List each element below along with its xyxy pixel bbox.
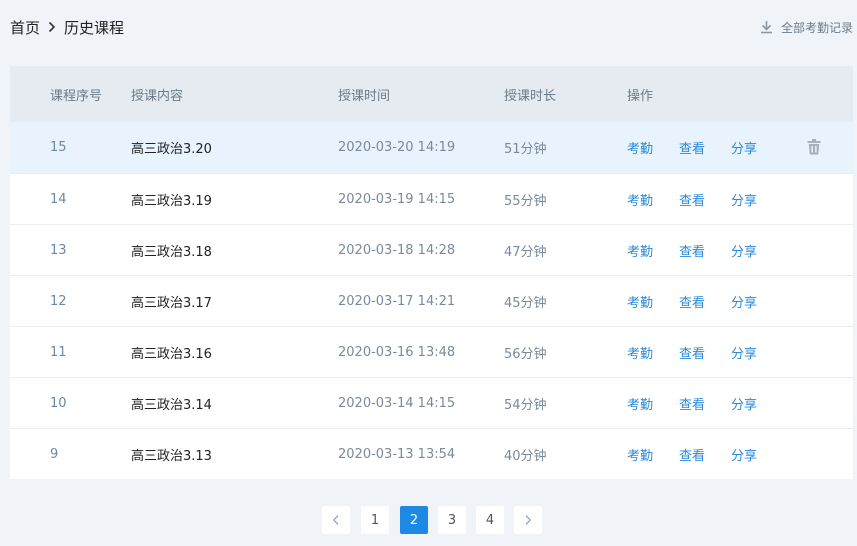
row-duration: 40分钟 xyxy=(504,448,547,464)
chevron-left-icon xyxy=(332,515,339,525)
attendance-link[interactable]: 考勤 xyxy=(627,292,653,311)
row-id: 10 xyxy=(50,395,67,411)
breadcrumb-current: 历史课程 xyxy=(64,18,125,37)
share-link[interactable]: 分享 xyxy=(731,241,757,260)
share-link[interactable]: 分享 xyxy=(731,445,757,464)
chevron-right-icon xyxy=(48,21,56,33)
row-time: 2020-03-14 14:15 xyxy=(338,395,456,411)
row-time: 2020-03-18 14:28 xyxy=(338,242,456,258)
row-duration: 47分钟 xyxy=(504,244,547,260)
row-time: 2020-03-13 13:54 xyxy=(338,446,456,462)
export-label: 全部考勤记录 xyxy=(780,20,853,35)
row-content: 高三政治3.13 xyxy=(131,448,212,464)
row-content: 高三政治3.16 xyxy=(131,346,212,362)
table-header: 课程序号 授课内容 授课时间 授课时长 操作 xyxy=(10,66,853,122)
view-link[interactable]: 查看 xyxy=(679,241,705,260)
row-content: 高三政治3.19 xyxy=(131,193,212,209)
row-duration: 54分钟 xyxy=(504,397,547,413)
table-row: 9 高三政治3.13 2020-03-13 13:54 40分钟 考勤 查看 分… xyxy=(10,428,853,479)
view-link[interactable]: 查看 xyxy=(679,292,705,311)
header-actions: 操作 xyxy=(627,88,654,104)
table-row: 14 高三政治3.19 2020-03-19 14:15 55分钟 考勤 查看 … xyxy=(10,173,853,224)
top-bar: 首页 历史课程 全部考勤记录 xyxy=(0,0,857,54)
header-duration: 授课时长 xyxy=(504,88,557,104)
row-id: 14 xyxy=(50,191,67,207)
course-history-table: 课程序号 授课内容 授课时间 授课时长 操作 15 高三政治3.20 2020-… xyxy=(10,66,853,479)
attendance-link[interactable]: 考勤 xyxy=(627,138,653,157)
row-id: 11 xyxy=(50,344,67,360)
export-attendance-button[interactable]: 全部考勤记录 xyxy=(760,19,853,36)
page-button-4[interactable]: 4 xyxy=(476,506,504,534)
row-duration: 56分钟 xyxy=(504,346,547,362)
chevron-right-icon xyxy=(525,515,532,525)
attendance-link[interactable]: 考勤 xyxy=(627,394,653,413)
table-row: 10 高三政治3.14 2020-03-14 14:15 54分钟 考勤 查看 … xyxy=(10,377,853,428)
prev-page-button[interactable] xyxy=(322,506,350,534)
share-link[interactable]: 分享 xyxy=(731,394,757,413)
row-id: 13 xyxy=(50,242,67,258)
view-link[interactable]: 查看 xyxy=(679,445,705,464)
row-content: 高三政治3.14 xyxy=(131,397,212,413)
view-link[interactable]: 查看 xyxy=(679,190,705,209)
share-link[interactable]: 分享 xyxy=(731,292,757,311)
share-link[interactable]: 分享 xyxy=(731,343,757,362)
share-link[interactable]: 分享 xyxy=(731,138,757,157)
table-row: 11 高三政治3.16 2020-03-16 13:48 56分钟 考勤 查看 … xyxy=(10,326,853,377)
row-time: 2020-03-19 14:15 xyxy=(338,191,456,207)
table-row: 13 高三政治3.18 2020-03-18 14:28 47分钟 考勤 查看 … xyxy=(10,224,853,275)
page-button-1[interactable]: 1 xyxy=(361,506,389,534)
attendance-link[interactable]: 考勤 xyxy=(627,343,653,362)
row-id: 9 xyxy=(50,446,59,462)
breadcrumb-home[interactable]: 首页 xyxy=(10,17,40,38)
attendance-link[interactable]: 考勤 xyxy=(627,190,653,209)
row-id: 12 xyxy=(50,293,67,309)
breadcrumb: 首页 历史课程 xyxy=(10,17,124,38)
row-content: 高三政治3.17 xyxy=(131,295,212,311)
row-content: 高三政治3.20 xyxy=(131,142,212,157)
share-link[interactable]: 分享 xyxy=(731,190,757,209)
header-time: 授课时间 xyxy=(338,88,391,104)
header-content: 授课内容 xyxy=(131,88,184,104)
attendance-link[interactable]: 考勤 xyxy=(627,241,653,260)
row-content: 高三政治3.18 xyxy=(131,244,212,260)
next-page-button[interactable] xyxy=(514,506,542,534)
table-row: 12 高三政治3.17 2020-03-17 14:21 45分钟 考勤 查看 … xyxy=(10,275,853,326)
row-time: 2020-03-17 14:21 xyxy=(338,293,456,309)
view-link[interactable]: 查看 xyxy=(679,138,705,157)
attendance-link[interactable]: 考勤 xyxy=(627,445,653,464)
row-time: 2020-03-20 14:19 xyxy=(338,140,456,155)
row-time: 2020-03-16 13:48 xyxy=(338,344,456,360)
header-id: 课程序号 xyxy=(50,88,103,104)
page-button-3[interactable]: 3 xyxy=(438,506,466,534)
trash-icon[interactable] xyxy=(807,139,821,159)
row-id: 15 xyxy=(50,140,67,155)
row-duration: 45分钟 xyxy=(504,295,547,311)
page-button-2[interactable]: 2 xyxy=(400,506,428,534)
view-link[interactable]: 查看 xyxy=(679,343,705,362)
row-duration: 51分钟 xyxy=(504,142,547,157)
download-icon xyxy=(760,21,772,34)
table-row: 15 高三政治3.20 2020-03-20 14:19 51分钟 考勤 查看 … xyxy=(10,122,853,173)
view-link[interactable]: 查看 xyxy=(679,394,705,413)
row-duration: 55分钟 xyxy=(504,193,547,209)
pagination: 1 2 3 4 xyxy=(0,506,857,534)
